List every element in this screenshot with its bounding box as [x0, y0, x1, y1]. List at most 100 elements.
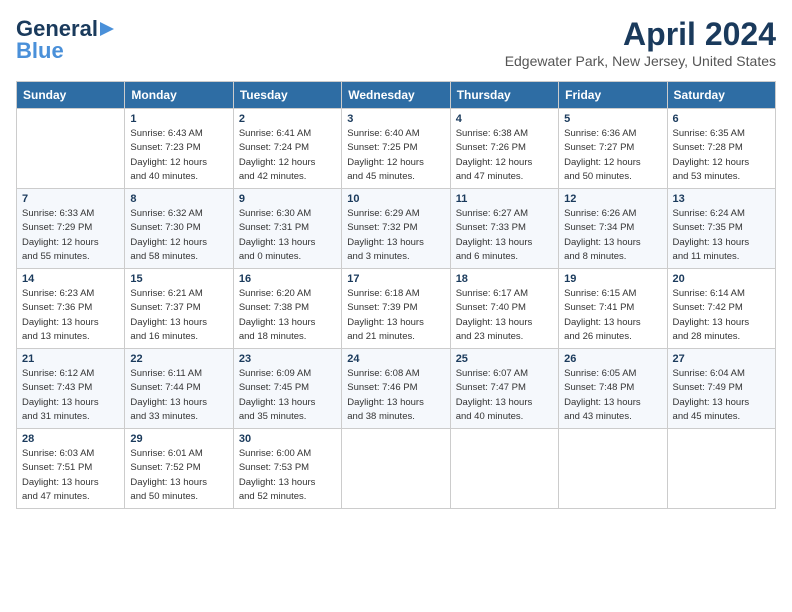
day-info-line: and 47 minutes. — [456, 170, 553, 184]
day-info-line: and 50 minutes. — [130, 490, 227, 504]
day-info-line: and 11 minutes. — [673, 250, 770, 264]
day-number: 6 — [673, 113, 770, 125]
day-info-line: and 21 minutes. — [347, 330, 444, 344]
calendar-table: SundayMondayTuesdayWednesdayThursdayFrid… — [16, 81, 776, 509]
day-number: 2 — [239, 113, 336, 125]
calendar-cell: 8Sunrise: 6:32 AMSunset: 7:30 PMDaylight… — [125, 189, 233, 269]
column-header-friday: Friday — [559, 82, 667, 109]
day-info-line: Sunrise: 6:24 AM — [673, 207, 770, 221]
day-info-line: Sunset: 7:48 PM — [564, 381, 661, 395]
day-info-line: Sunrise: 6:11 AM — [130, 367, 227, 381]
day-info: Sunrise: 6:18 AMSunset: 7:39 PMDaylight:… — [347, 287, 444, 344]
day-info-line: and 55 minutes. — [22, 250, 119, 264]
calendar-cell: 30Sunrise: 6:00 AMSunset: 7:53 PMDayligh… — [233, 429, 341, 509]
day-number: 16 — [239, 273, 336, 285]
day-info-line: Sunset: 7:40 PM — [456, 301, 553, 315]
day-info: Sunrise: 6:29 AMSunset: 7:32 PMDaylight:… — [347, 207, 444, 264]
day-number: 14 — [22, 273, 119, 285]
day-info-line: and 33 minutes. — [130, 410, 227, 424]
day-info-line: Daylight: 13 hours — [347, 236, 444, 250]
calendar-cell — [667, 429, 775, 509]
day-info-line: Daylight: 13 hours — [564, 316, 661, 330]
day-info: Sunrise: 6:15 AMSunset: 7:41 PMDaylight:… — [564, 287, 661, 344]
day-info-line: Daylight: 13 hours — [564, 396, 661, 410]
day-info-line: Sunset: 7:34 PM — [564, 221, 661, 235]
day-number: 15 — [130, 273, 227, 285]
day-info-line: Sunset: 7:23 PM — [130, 141, 227, 155]
day-info-line: Sunset: 7:43 PM — [22, 381, 119, 395]
day-info: Sunrise: 6:08 AMSunset: 7:46 PMDaylight:… — [347, 367, 444, 424]
column-header-sunday: Sunday — [17, 82, 125, 109]
day-info-line: Daylight: 13 hours — [456, 396, 553, 410]
day-info-line: Sunrise: 6:35 AM — [673, 127, 770, 141]
day-info-line: Daylight: 12 hours — [130, 236, 227, 250]
page-header: General Blue April 2024 Edgewater Park, … — [16, 16, 776, 69]
day-info: Sunrise: 6:27 AMSunset: 7:33 PMDaylight:… — [456, 207, 553, 264]
day-info-line: Sunrise: 6:05 AM — [564, 367, 661, 381]
calendar-cell: 12Sunrise: 6:26 AMSunset: 7:34 PMDayligh… — [559, 189, 667, 269]
day-info-line: Sunset: 7:39 PM — [347, 301, 444, 315]
day-info-line: Sunset: 7:30 PM — [130, 221, 227, 235]
day-info-line: Sunset: 7:26 PM — [456, 141, 553, 155]
day-info-line: and 16 minutes. — [130, 330, 227, 344]
day-info-line: and 23 minutes. — [456, 330, 553, 344]
day-info-line: Daylight: 13 hours — [130, 316, 227, 330]
calendar-cell: 29Sunrise: 6:01 AMSunset: 7:52 PMDayligh… — [125, 429, 233, 509]
day-info-line: Daylight: 13 hours — [239, 396, 336, 410]
day-info-line: Daylight: 13 hours — [347, 396, 444, 410]
day-number: 27 — [673, 353, 770, 365]
calendar-cell: 17 Sunrise: 6:18 AMSunset: 7:39 PMDayligh… — [342, 269, 450, 349]
day-info-line: Sunrise: 6:18 AM — [347, 287, 444, 301]
day-info-line: Sunrise: 6:12 AM — [22, 367, 119, 381]
day-info-line: Sunrise: 6:20 AM — [239, 287, 336, 301]
calendar-cell: 2 Sunrise: 6:41 AMSunset: 7:24 PMDaylight… — [233, 109, 341, 189]
day-info: Sunrise: 6:24 AMSunset: 7:35 PMDaylight:… — [673, 207, 770, 264]
day-info: Sunrise: 6:05 AMSunset: 7:48 PMDaylight:… — [564, 367, 661, 424]
day-number: 17 — [347, 273, 444, 285]
day-info: Sunrise: 6:41 AMSunset: 7:24 PMDaylight:… — [239, 127, 336, 184]
day-info: Sunrise: 6:20 AMSunset: 7:38 PMDaylight:… — [239, 287, 336, 344]
day-info-line: Daylight: 12 hours — [564, 156, 661, 170]
day-info-line: Sunrise: 6:01 AM — [130, 447, 227, 461]
day-info: Sunrise: 6:26 AMSunset: 7:34 PMDaylight:… — [564, 207, 661, 264]
title-section: April 2024 Edgewater Park, New Jersey, U… — [505, 16, 776, 69]
day-info: Sunrise: 6:14 AMSunset: 7:42 PMDaylight:… — [673, 287, 770, 344]
day-info-line: and 31 minutes. — [22, 410, 119, 424]
day-info: Sunrise: 6:00 AMSunset: 7:53 PMDaylight:… — [239, 447, 336, 504]
day-number: 5 — [564, 113, 661, 125]
day-info: Sunrise: 6:36 AMSunset: 7:27 PMDaylight:… — [564, 127, 661, 184]
day-info-line: Daylight: 12 hours — [22, 236, 119, 250]
day-info-line: Sunset: 7:28 PM — [673, 141, 770, 155]
day-info: Sunrise: 6:38 AMSunset: 7:26 PMDaylight:… — [456, 127, 553, 184]
calendar-cell — [17, 109, 125, 189]
day-number: 28 — [22, 433, 119, 445]
day-info-line: Sunrise: 6:04 AM — [673, 367, 770, 381]
calendar-cell: 18Sunrise: 6:17 AMSunset: 7:40 PMDayligh… — [450, 269, 558, 349]
day-number: 10 — [347, 193, 444, 205]
calendar-week-1: 1Sunrise: 6:43 AMSunset: 7:23 PMDaylight… — [17, 109, 776, 189]
calendar-cell — [342, 429, 450, 509]
calendar-header-row: SundayMondayTuesdayWednesdayThursdayFrid… — [17, 82, 776, 109]
day-number: 3 — [347, 113, 444, 125]
day-info-line: Daylight: 13 hours — [456, 316, 553, 330]
calendar-cell: 15Sunrise: 6:21 AMSunset: 7:37 PMDayligh… — [125, 269, 233, 349]
day-info-line: and 40 minutes. — [456, 410, 553, 424]
column-header-saturday: Saturday — [667, 82, 775, 109]
day-info-line: Sunset: 7:36 PM — [22, 301, 119, 315]
day-info: Sunrise: 6:33 AMSunset: 7:29 PMDaylight:… — [22, 207, 119, 264]
calendar-cell: 7Sunrise: 6:33 AMSunset: 7:29 PMDaylight… — [17, 189, 125, 269]
day-info: Sunrise: 6:23 AMSunset: 7:36 PMDaylight:… — [22, 287, 119, 344]
day-info-line: Sunset: 7:52 PM — [130, 461, 227, 475]
calendar-week-4: 21Sunrise: 6:12 AMSunset: 7:43 PMDayligh… — [17, 349, 776, 429]
calendar-cell: 26Sunrise: 6:05 AMSunset: 7:48 PMDayligh… — [559, 349, 667, 429]
calendar-week-2: 7Sunrise: 6:33 AMSunset: 7:29 PMDaylight… — [17, 189, 776, 269]
day-info-line: Sunrise: 6:21 AM — [130, 287, 227, 301]
calendar-cell: 16 Sunrise: 6:20 AMSunset: 7:38 PMDayligh… — [233, 269, 341, 349]
page-subtitle: Edgewater Park, New Jersey, United State… — [505, 53, 776, 69]
day-info-line: Daylight: 12 hours — [673, 156, 770, 170]
day-info-line: and 38 minutes. — [347, 410, 444, 424]
day-info-line: Daylight: 13 hours — [130, 476, 227, 490]
day-info-line: Daylight: 13 hours — [347, 316, 444, 330]
column-header-wednesday: Wednesday — [342, 82, 450, 109]
calendar-cell: 20Sunrise: 6:14 AMSunset: 7:42 PMDayligh… — [667, 269, 775, 349]
